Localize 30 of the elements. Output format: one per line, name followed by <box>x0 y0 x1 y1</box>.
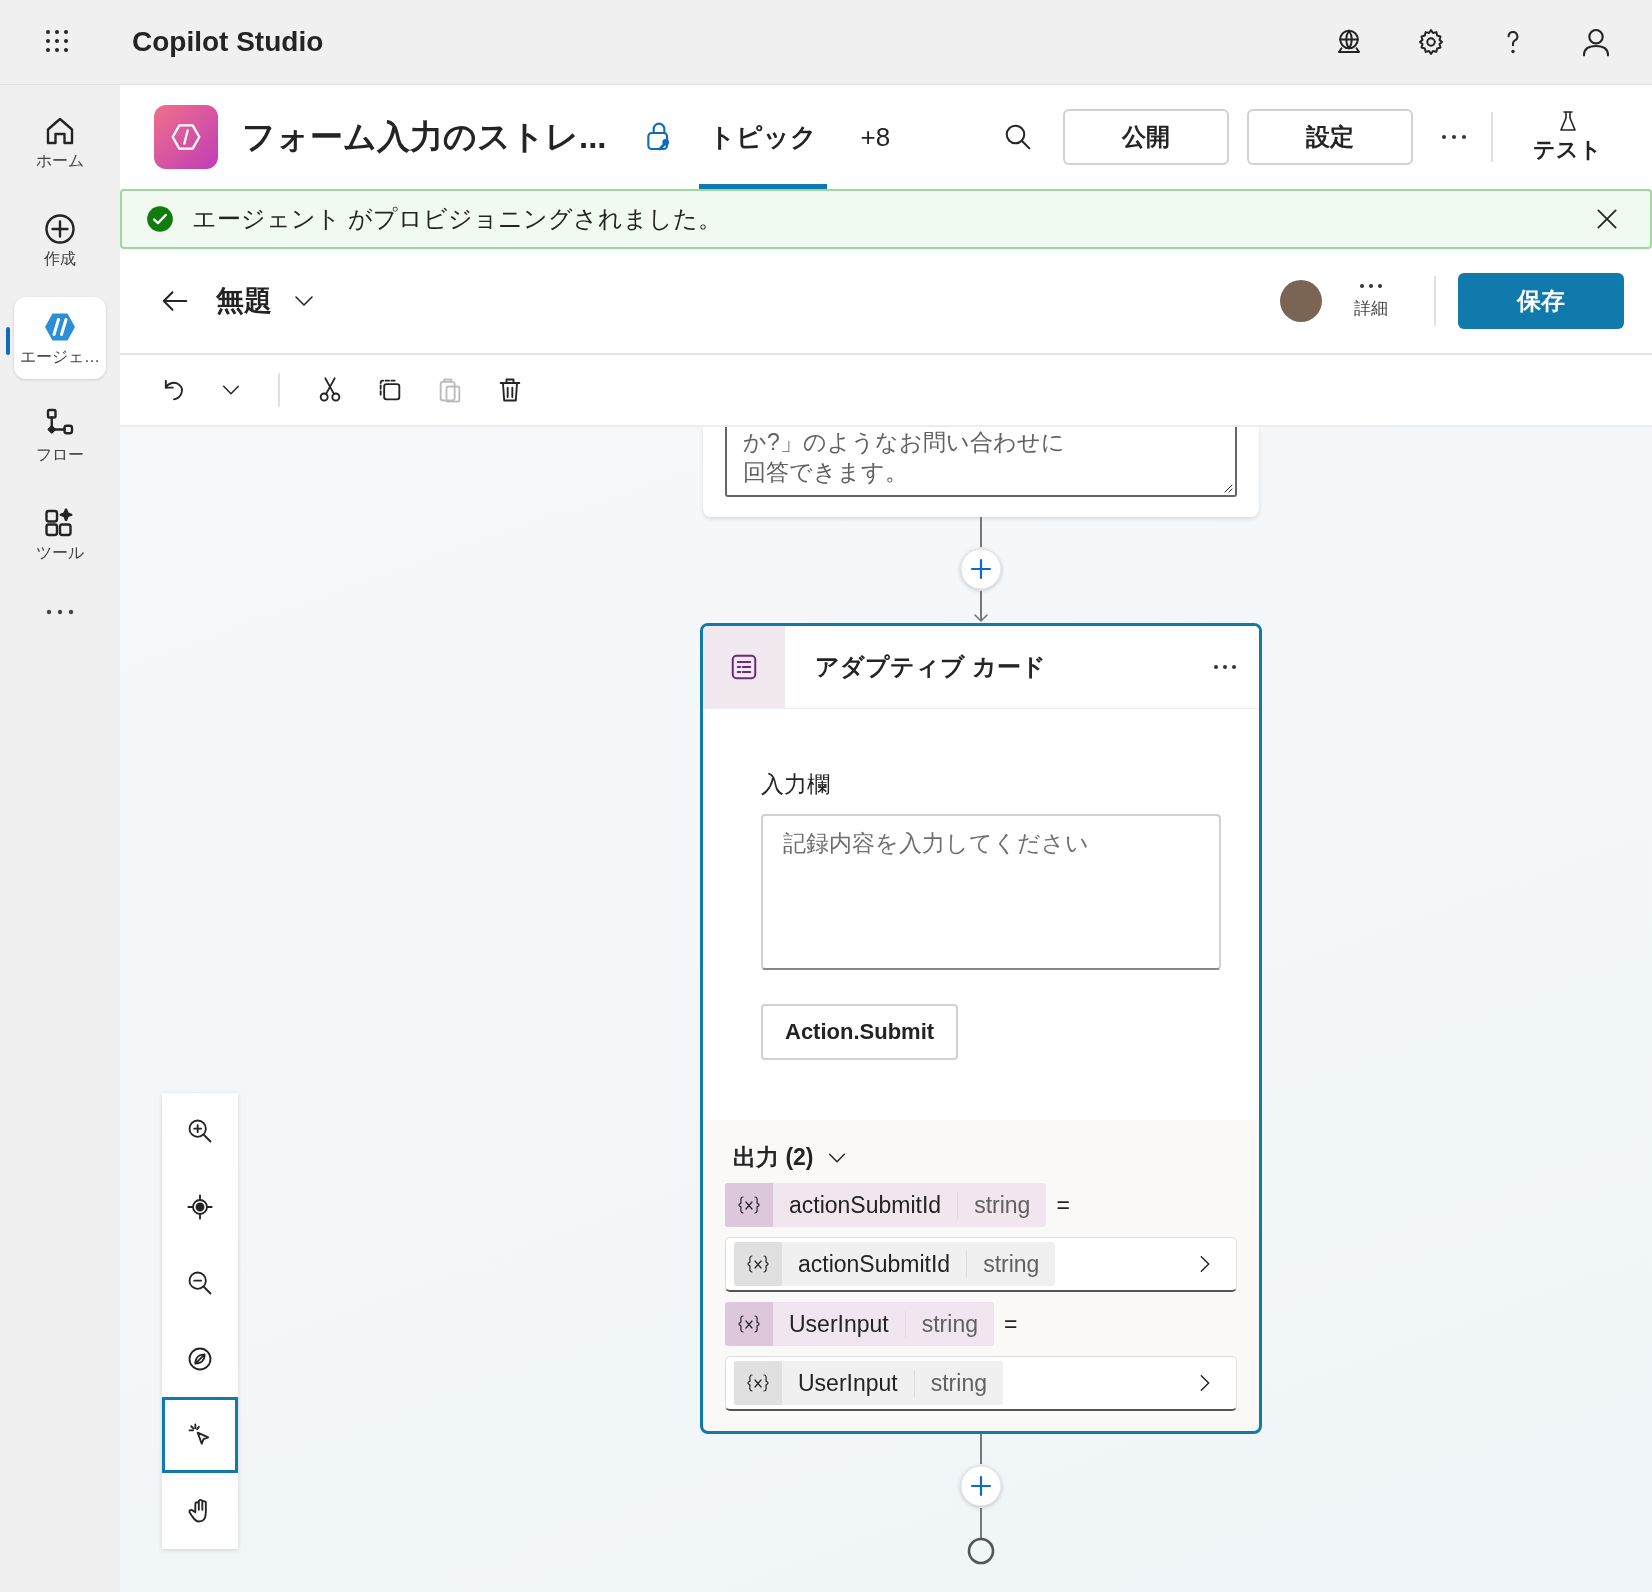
nav-item[interactable]: 作成 <box>14 199 106 281</box>
agent-name: フォーム入力のストレ... <box>242 116 607 157</box>
output-variable: UserInput string <box>725 1302 994 1346</box>
variable-chip: actionSubmitId string <box>734 1242 1056 1286</box>
outputs-toggle[interactable]: 出力 (2) <box>733 1142 1237 1173</box>
output-variable: actionSubmitId string <box>725 1183 1047 1227</box>
adaptive-card-node[interactable]: アダプティブ カード 入力欄 記録内容を入力してください Action.Submit 出力 (2) actionSubmitId string = actionSubmitId string UserInput string = UserInput string <box>700 623 1262 1434</box>
header-button[interactable]: 公開 <box>1063 109 1229 165</box>
topic-title: 無題 <box>216 284 272 318</box>
input-field[interactable]: 記録内容を入力してください <box>761 814 1221 970</box>
tab[interactable]: +8 <box>850 85 901 189</box>
banner-message: エージェント がプロビジョニングされました。 <box>192 204 722 234</box>
nav-item[interactable]: ツール <box>14 493 106 575</box>
header-button[interactable]: 設定 <box>1247 109 1413 165</box>
nav-item[interactable]: フロー <box>14 395 106 477</box>
variable-picker-field[interactable]: UserInput string <box>725 1356 1237 1411</box>
submit-button[interactable]: Action.Submit <box>761 1004 959 1060</box>
message-text-box[interactable]: か?」のようなお問い合わせに回答できます。 <box>725 427 1237 497</box>
app-title: Copilot Studio <box>132 26 324 58</box>
details-button[interactable]: 詳細 <box>1348 281 1394 321</box>
save-button[interactable]: 保存 <box>1458 273 1624 329</box>
node-title: アダプティブ カード <box>815 652 1046 682</box>
equals-sign: = <box>1003 1310 1018 1338</box>
equals-sign: = <box>1056 1191 1070 1219</box>
nav-item[interactable]: エージェ… <box>14 297 106 379</box>
nav-item[interactable]: ホーム <box>14 101 106 183</box>
variable-picker-field[interactable]: actionSubmitId string <box>725 1237 1237 1292</box>
field-label: 入力欄 <box>761 770 831 799</box>
test-button[interactable]: テスト <box>1527 108 1608 166</box>
variable-chip: UserInput string <box>734 1361 1003 1405</box>
